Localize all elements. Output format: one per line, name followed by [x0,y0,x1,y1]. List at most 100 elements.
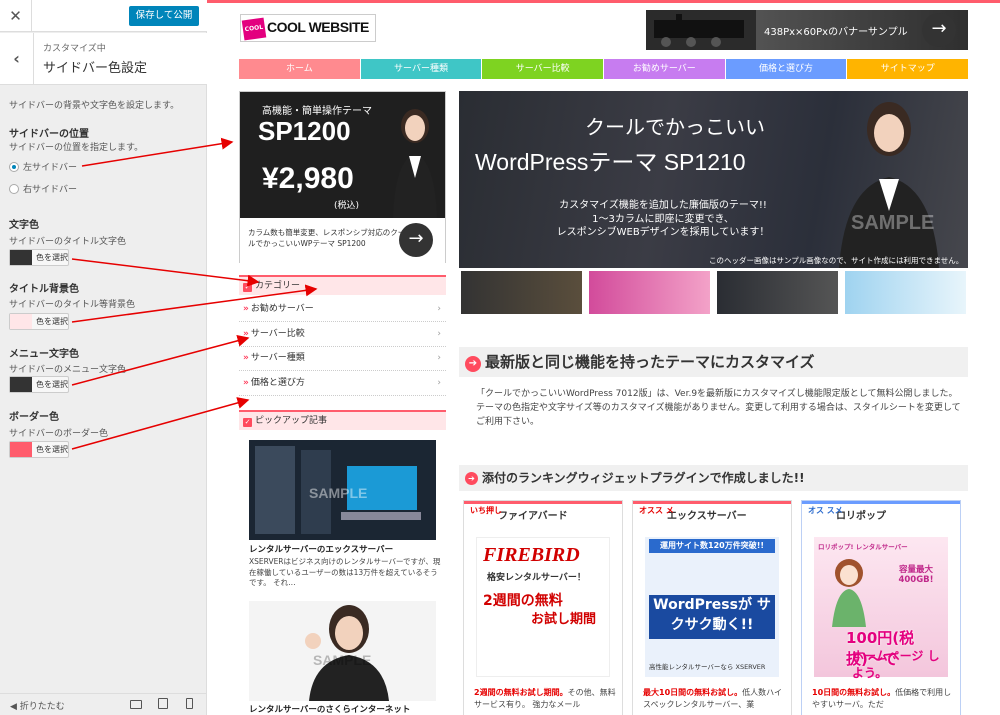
double-chevron-icon: » [243,353,249,363]
ranking-description: 最大10日間の無料お試し。低人数ハイスペックレンタルサーバー、業 [643,687,788,710]
ranking-tag: いち押し [470,506,502,515]
ranking-tag: オス スメ [808,506,843,515]
firebird-ad-image[interactable]: FIREBIRD 格安レンタルサーバー！ 2週間の無料 お試し期間 [476,537,610,677]
color-swatch [10,442,32,457]
picker-label: 色を選択 [36,317,68,326]
radio-left-sidebar[interactable]: 左サイドバー [9,160,77,173]
nav-item-price[interactable]: 価格と選び方 [725,59,847,79]
sidebar-promo-banner[interactable]: 高機能・簡単操作テーマ SP1200 ¥2,980 (税込) カラム数も簡単変更… [239,91,446,263]
check-icon: ✓ [243,283,252,292]
color-swatch [10,250,32,265]
arrow-circle-icon: ➔ [465,472,478,485]
ranking-card-header: オスス メエックスサーバー [633,501,791,529]
nav-item-home[interactable]: ホーム [239,59,360,79]
ranking-card[interactable]: いち押し ファイアバード FIREBIRD 格安レンタルサーバー！ 2週間の無料 … [463,500,623,715]
widget-title-text: ピックアップ記事 [255,416,328,426]
radio-right-sidebar[interactable]: 右サイドバー [9,182,77,195]
hero-line1: クールでかっこいい [585,117,765,139]
server-room-image[interactable]: SAMPLE [249,440,436,540]
operator-woman-image [393,109,437,218]
widget-title-text: カテゴリー [255,281,301,291]
back-button[interactable]: ‹ [0,33,34,85]
hero-banner[interactable]: クールでかっこいい WordPressテーマ SP1210 カスタマイズ機能を追… [459,91,968,268]
ad-price-2: ホームページ しよう。 [852,649,940,680]
double-chevron-icon: » [243,329,249,339]
pickup-widget-title: ✓ ピックアップ記事 [239,410,446,430]
ad-footer: 高性能レンタルサーバーなら XSERVER [649,663,766,671]
screenshot-stage: { "customizer": { "close_label": "✕", "p… [0,0,1000,715]
pickup-title[interactable]: レンタルサーバーのエックスサーバー [249,543,393,555]
picker-label: 色を選択 [36,380,68,389]
slider-thumb[interactable] [845,271,966,314]
watermark-text: SAMPLE [309,485,367,501]
category-label: お勧めサーバー [250,304,314,314]
tablet-icon[interactable] [158,698,168,709]
ranking-description: 10日間の無料お試し。低価格で利用しやすいサーバ。ただ [812,687,957,710]
ranking-card[interactable]: オス スメ ロリポップ ロリポップ! レンタルサーバー 容量最大400GB! 10… [801,500,961,715]
collapse-button[interactable]: ◀ 折りたたむ [10,699,65,712]
category-item[interactable]: » サーバー比較 › [239,322,446,347]
radio-label: 右サイドバー [23,185,78,195]
promo-price: ¥2,980 [262,162,354,195]
customizer-header: ✕ 保存して公開 [0,0,207,32]
category-item[interactable]: » お勧めサーバー › [239,297,446,322]
category-item[interactable]: » 価格と選び方 › [239,371,446,396]
color-help: サイドバーのタイトル等背景色 [9,300,136,310]
header-banner[interactable]: 438Px×60Pxのバナーサンプル → [646,10,968,50]
menu-text-color-picker-button[interactable]: 色を選択 [9,376,69,393]
character-illustration [832,559,866,627]
promo-tagline: 高機能・簡単操作テーマ [262,106,372,117]
nav-item-server-types[interactable]: サーバー種類 [360,59,482,79]
banner-text: 438Px×60Pxのバナーサンプル [764,27,908,38]
nav-item-recommended[interactable]: お勧めサーバー [604,59,725,79]
section-subtitle: カスタマイズ中 [43,44,106,54]
slider-thumb[interactable] [461,271,582,314]
ranking-card-header: いち押し ファイアバード [464,501,622,529]
customizer-footer: ◀ 折りたたむ [0,693,207,715]
text-color-picker-button[interactable]: 色を選択 [9,249,69,266]
category-item[interactable]: » サーバー種類 › [239,346,446,371]
close-customizer-button[interactable]: ✕ [0,0,32,32]
arrow-right-icon[interactable]: → [922,13,956,47]
color-help: サイドバーのタイトル文字色 [9,237,127,247]
picker-label: 色を選択 [36,253,68,262]
nav-item-sitemap[interactable]: サイトマップ [847,59,969,79]
logo-text: COOL WEBSITE [267,19,369,35]
chevron-right-icon: › [437,378,441,388]
title-bg-color-picker-button[interactable]: 色を選択 [9,313,69,330]
xserver-ad-image[interactable]: 運用サイト数120万件突破!! WordPressが サクサク動く!! 高性能レ… [645,537,779,677]
slider-thumb[interactable] [589,271,710,314]
ranking-card[interactable]: オスス メエックスサーバー 運用サイト数120万件突破!! WordPressが… [632,500,792,715]
chevron-right-icon: › [437,304,441,314]
nav-item-server-compare[interactable]: サーバー比較 [482,59,604,79]
radio-unchecked-icon [9,184,19,194]
ad-capacity: 容量最大400GB! [898,565,934,586]
color-swatch [10,377,32,392]
ad-headline-2: お試し期間 [531,612,597,627]
ranking-name: ロリポップ [836,511,886,522]
desktop-icon[interactable] [130,700,142,709]
slider-thumb[interactable] [717,271,838,314]
save-publish-button[interactable]: 保存して公開 [129,6,199,26]
ranking-highlight: 2週間の無料お試し期間。 [474,688,568,697]
collapse-label: 折りたたむ [19,702,65,712]
color-heading: ボーダー色 [9,412,59,423]
ad-headline: 2週間の無料 [483,593,563,609]
border-color-picker-button[interactable]: 色を選択 [9,441,69,458]
promo-description: カラム数も簡単変更、レスポンシブ対応のクールでかっこいいWPテーマ SP1200 [248,228,406,248]
site-logo[interactable]: COOL COOL WEBSITE [240,14,376,42]
color-heading: 文字色 [9,220,39,231]
section-header: ‹ カスタマイズ中 サイドバー色設定 [0,33,207,85]
color-help: サイドバーのボーダー色 [9,429,109,439]
category-widget-title: ✓ カテゴリー [239,275,446,295]
train-image [646,10,756,50]
mobile-icon[interactable] [186,698,193,709]
lolipop-ad-image[interactable]: ロリポップ! レンタルサーバー 容量最大400GB! 100円(税抜)〜で ホー… [814,537,948,680]
woman-ok-image[interactable]: SAMPLE [249,601,436,701]
promo-footer: カラム数も簡単変更、レスポンシブ対応のクールでかっこいいWPテーマ SP1200… [240,218,445,263]
promo-tax: (税込) [334,201,360,211]
arrow-right-icon[interactable]: → [399,223,433,257]
pickup-title[interactable]: レンタルサーバーのさくらインターネット [249,703,410,715]
picker-label: 色を選択 [36,445,68,454]
hero-note: このヘッダー画像はサンプル画像なので、サイト作成には利用できません。 [709,256,964,265]
